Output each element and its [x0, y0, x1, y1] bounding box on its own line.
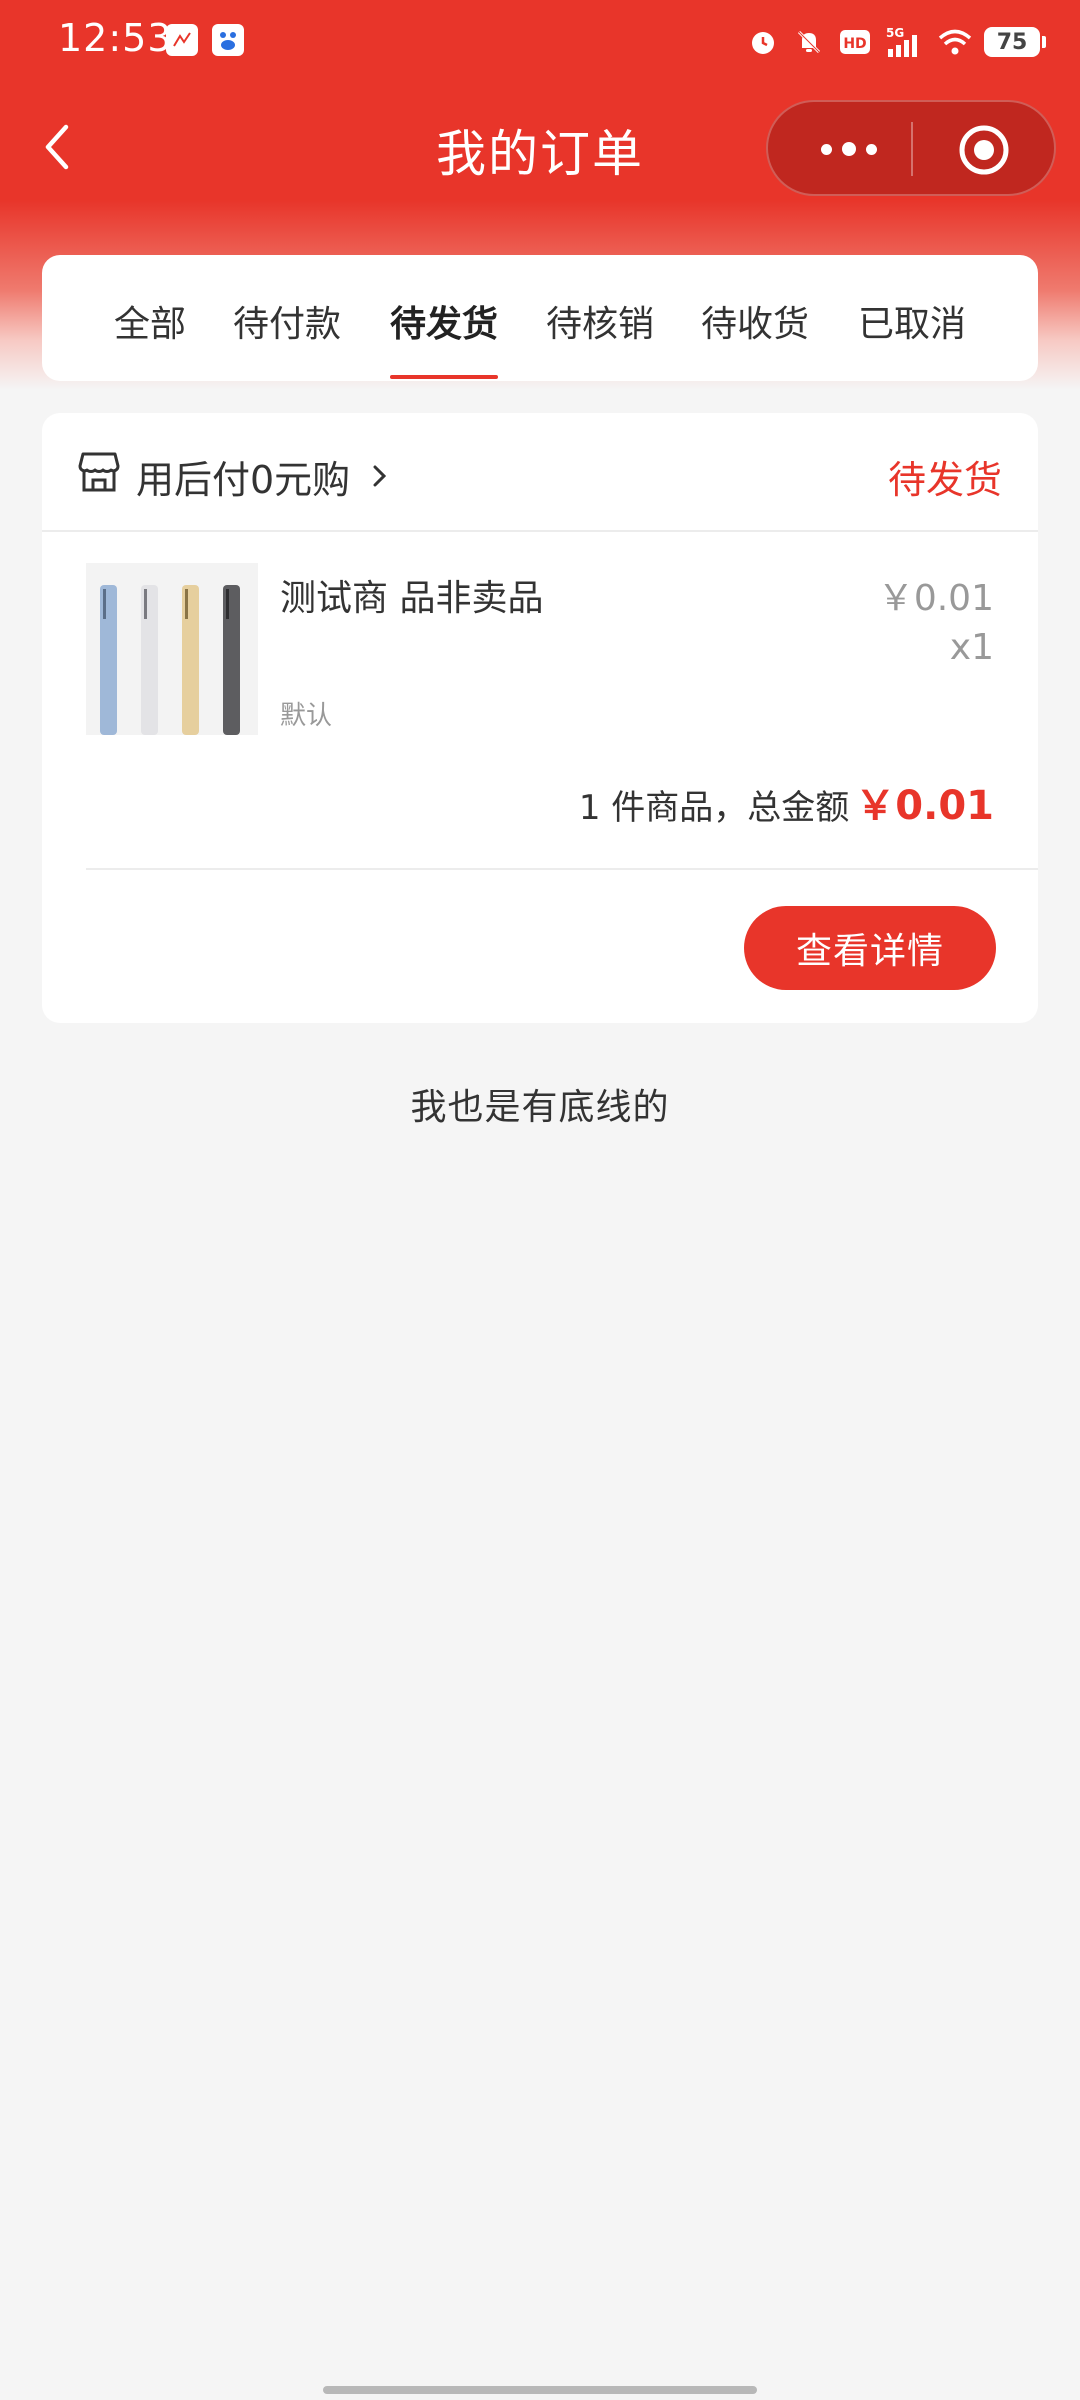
total-separator: ，	[713, 788, 748, 828]
status-indicators: HD 5G 75	[746, 22, 1046, 62]
signal-icon: 5G	[884, 25, 926, 59]
order-tabs: 全部 待付款 待发货 待核销 待收货 已取消	[42, 255, 1038, 381]
store-name[interactable]: 用后付0元购	[136, 449, 350, 504]
tab-pending-shipment[interactable]: 待发货	[390, 295, 498, 347]
total-item-count: 1 件商品	[578, 788, 714, 828]
order-status: 待发货	[887, 458, 1002, 502]
product-spec: 默认	[280, 701, 333, 731]
order-list-page: 12:53 HD 5G 75 我的订单 全部 待付款 待发货 待核销 待收货 已…	[0, 0, 1080, 2400]
close-miniprogram-button[interactable]	[958, 124, 1010, 176]
end-of-list-text: 我也是有底线的	[410, 1087, 670, 1128]
more-button[interactable]	[804, 128, 894, 170]
tab-pending-receipt[interactable]: 待收货	[701, 295, 809, 347]
home-indicator[interactable]	[323, 2386, 757, 2394]
total-amount: ￥0.01	[855, 783, 994, 829]
tab-cancelled[interactable]: 已取消	[858, 295, 966, 347]
tab-all[interactable]: 全部	[114, 295, 186, 347]
target-circle-icon	[959, 125, 1009, 175]
chevron-right-icon	[370, 462, 390, 490]
product-name[interactable]: 测试商 品非卖品	[280, 569, 543, 621]
active-tab-indicator	[390, 375, 498, 379]
svg-text:HD: HD	[843, 36, 866, 52]
product-price: ￥0.01	[877, 578, 994, 619]
order-card[interactable]: 用后付0元购 待发货 测试商 品非卖品 默认 ￥0.01 x1 1 件商品 ， …	[42, 413, 1038, 1023]
capsule-divider	[911, 122, 913, 176]
product-image[interactable]	[86, 563, 258, 735]
notification-app-icon	[166, 24, 198, 56]
status-time: 12:53	[58, 16, 173, 60]
tab-pending-payment[interactable]: 待付款	[233, 295, 341, 347]
status-bar: 12:53 HD 5G 75	[0, 0, 1080, 82]
order-total: 1 件商品 ， 总金额 ￥0.01	[579, 773, 994, 831]
baidu-app-icon	[212, 24, 244, 56]
divider	[42, 530, 1038, 532]
hd-icon: HD	[838, 25, 872, 59]
svg-text:5G: 5G	[886, 26, 904, 40]
alarm-icon	[746, 25, 780, 59]
view-details-button[interactable]: 查看详情	[744, 906, 996, 990]
battery-icon: 75	[984, 27, 1046, 57]
more-dots-icon	[866, 143, 877, 155]
more-dots-icon	[821, 143, 832, 155]
product-quantity: x1	[949, 627, 994, 668]
miniprogram-capsule	[766, 100, 1056, 196]
wifi-icon	[938, 25, 972, 59]
more-dots-icon	[842, 142, 856, 156]
tab-pending-verification[interactable]: 待核销	[546, 295, 654, 347]
total-label: 总金额	[747, 788, 850, 828]
divider	[86, 868, 1038, 870]
store-icon	[78, 450, 120, 494]
mute-icon	[792, 25, 826, 59]
